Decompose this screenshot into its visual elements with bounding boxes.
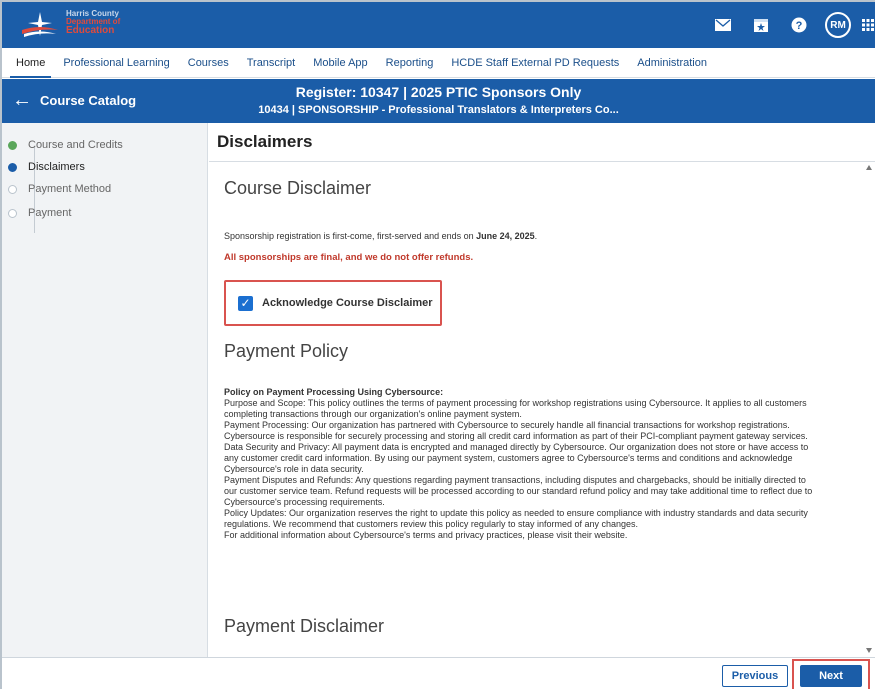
page-title-bar: ← Course Catalog Register: 10347 | 2025 …: [2, 79, 875, 123]
policy-line: completing transactions through our orga…: [224, 409, 522, 419]
mail-icon[interactable]: [711, 13, 735, 37]
main-content: Disclaimers Course Disclaimer Sponsorshi…: [209, 123, 875, 657]
user-avatar[interactable]: RM: [825, 12, 851, 38]
policy-line: Policy Updates: Our organization reserve…: [224, 508, 808, 518]
course-disclaimer-date: June 24, 2025: [476, 231, 535, 241]
step-label: Payment: [28, 207, 72, 219]
course-disclaimer-text: Sponsorship registration is first-come, …: [224, 231, 537, 242]
help-icon[interactable]: ?: [787, 13, 811, 37]
previous-button[interactable]: Previous: [722, 665, 788, 687]
page-subtitle: 10434 | SPONSORSHIP - Professional Trans…: [258, 104, 619, 116]
apps-grid-icon[interactable]: [861, 13, 875, 37]
course-disclaimer-text-before: Sponsorship registration is first-come, …: [224, 231, 477, 241]
step-label: Payment Method: [28, 183, 112, 195]
checkmark-icon: ✓: [240, 296, 251, 310]
nav-courses[interactable]: Courses: [188, 48, 229, 78]
step-label: Course and Credits: [28, 139, 123, 151]
org-name: Harris County Department of Education: [66, 10, 120, 36]
policy-line: Cybersource's processing requirements.: [224, 497, 385, 507]
policy-line: Payment Disputes and Refunds: Any questi…: [224, 475, 806, 485]
nav-mobile-app[interactable]: Mobile App: [313, 48, 367, 78]
nav-administration[interactable]: Administration: [637, 48, 707, 78]
hcde-logo[interactable]: Harris County Department of Education: [20, 6, 130, 44]
star-logo-icon: [22, 12, 58, 37]
calendar-icon[interactable]: [749, 13, 773, 37]
policy-line: Purpose and Scope: This policy outlines …: [224, 398, 807, 408]
refund-warning: All sponsorships are final, and we do no…: [224, 252, 474, 263]
acknowledge-disclaimer-box[interactable]: ✓ Acknowledge Course Disclaimer: [224, 280, 442, 326]
step-pending-icon: [8, 184, 17, 194]
policy-line: regulations. We recommend that customers…: [224, 519, 639, 529]
policy-line: Cybersource is responsible for securely …: [224, 431, 808, 441]
payment-policy-title: Payment Policy: [224, 341, 349, 361]
policy-line: For additional information about Cyberso…: [224, 530, 628, 540]
top-icons: ? RM: [697, 2, 875, 48]
nav-home[interactable]: Home: [9, 48, 52, 78]
section-heading: Disclaimers: [209, 123, 875, 162]
course-disclaimer-title: Course Disclaimer: [224, 178, 372, 198]
nav-reporting[interactable]: Reporting: [386, 48, 434, 78]
disclaimers-scroll-area[interactable]: Course Disclaimer Sponsorship registrati…: [224, 178, 857, 636]
policy-heading: Policy on Payment Processing Using Cyber…: [224, 387, 444, 397]
step-disclaimers[interactable]: Disclaimers: [8, 161, 85, 173]
nav-professional-learning[interactable]: Professional Learning: [63, 48, 169, 78]
step-course-and-credits[interactable]: Course and Credits: [8, 139, 123, 151]
org-line-3: Education: [66, 25, 115, 36]
acknowledge-label: Acknowledge Course Disclaimer: [262, 297, 433, 309]
policy-line: Data Security and Privacy: All payment d…: [224, 442, 809, 452]
payment-policy-body: Policy on Payment Processing Using Cyber…: [224, 387, 856, 541]
step-pending-icon: [8, 208, 17, 218]
policy-line: our customer service team. Refund reques…: [224, 486, 813, 496]
wizard-footer: Previous Next: [2, 657, 875, 689]
course-disclaimer-text-after: .: [534, 231, 538, 241]
svg-text:?: ?: [796, 20, 803, 32]
policy-line: Payment Processing: Our organization has…: [224, 420, 790, 430]
step-payment[interactable]: Payment: [8, 207, 72, 219]
policy-line: any customer credit card information. By…: [224, 453, 793, 463]
next-button[interactable]: Next: [800, 665, 862, 687]
content-scrollbar[interactable]: [865, 163, 873, 655]
acknowledge-checkbox[interactable]: ✓: [238, 295, 253, 311]
step-current-icon: [8, 162, 17, 172]
nav-hcde-staff-external-pd-requests[interactable]: HCDE Staff External PD Requests: [451, 48, 619, 78]
registration-steps: Course and Credits Disclaimers Payment M…: [2, 123, 208, 657]
step-payment-method[interactable]: Payment Method: [8, 183, 112, 195]
top-bar: Harris County Department of Education ? …: [2, 2, 875, 48]
app-window: Harris County Department of Education ? …: [0, 0, 875, 689]
nav-transcript[interactable]: Transcript: [247, 48, 296, 78]
policy-line: Cybersource's role in data security.: [224, 464, 364, 474]
step-done-icon: [8, 140, 17, 150]
main-nav: Home Professional Learning Courses Trans…: [2, 48, 875, 78]
payment-disclaimer-title: Payment Disclaimer: [224, 616, 385, 636]
step-label: Disclaimers: [28, 161, 85, 173]
page-title: Register: 10347 | 2025 PTIC Sponsors Onl…: [295, 84, 582, 100]
